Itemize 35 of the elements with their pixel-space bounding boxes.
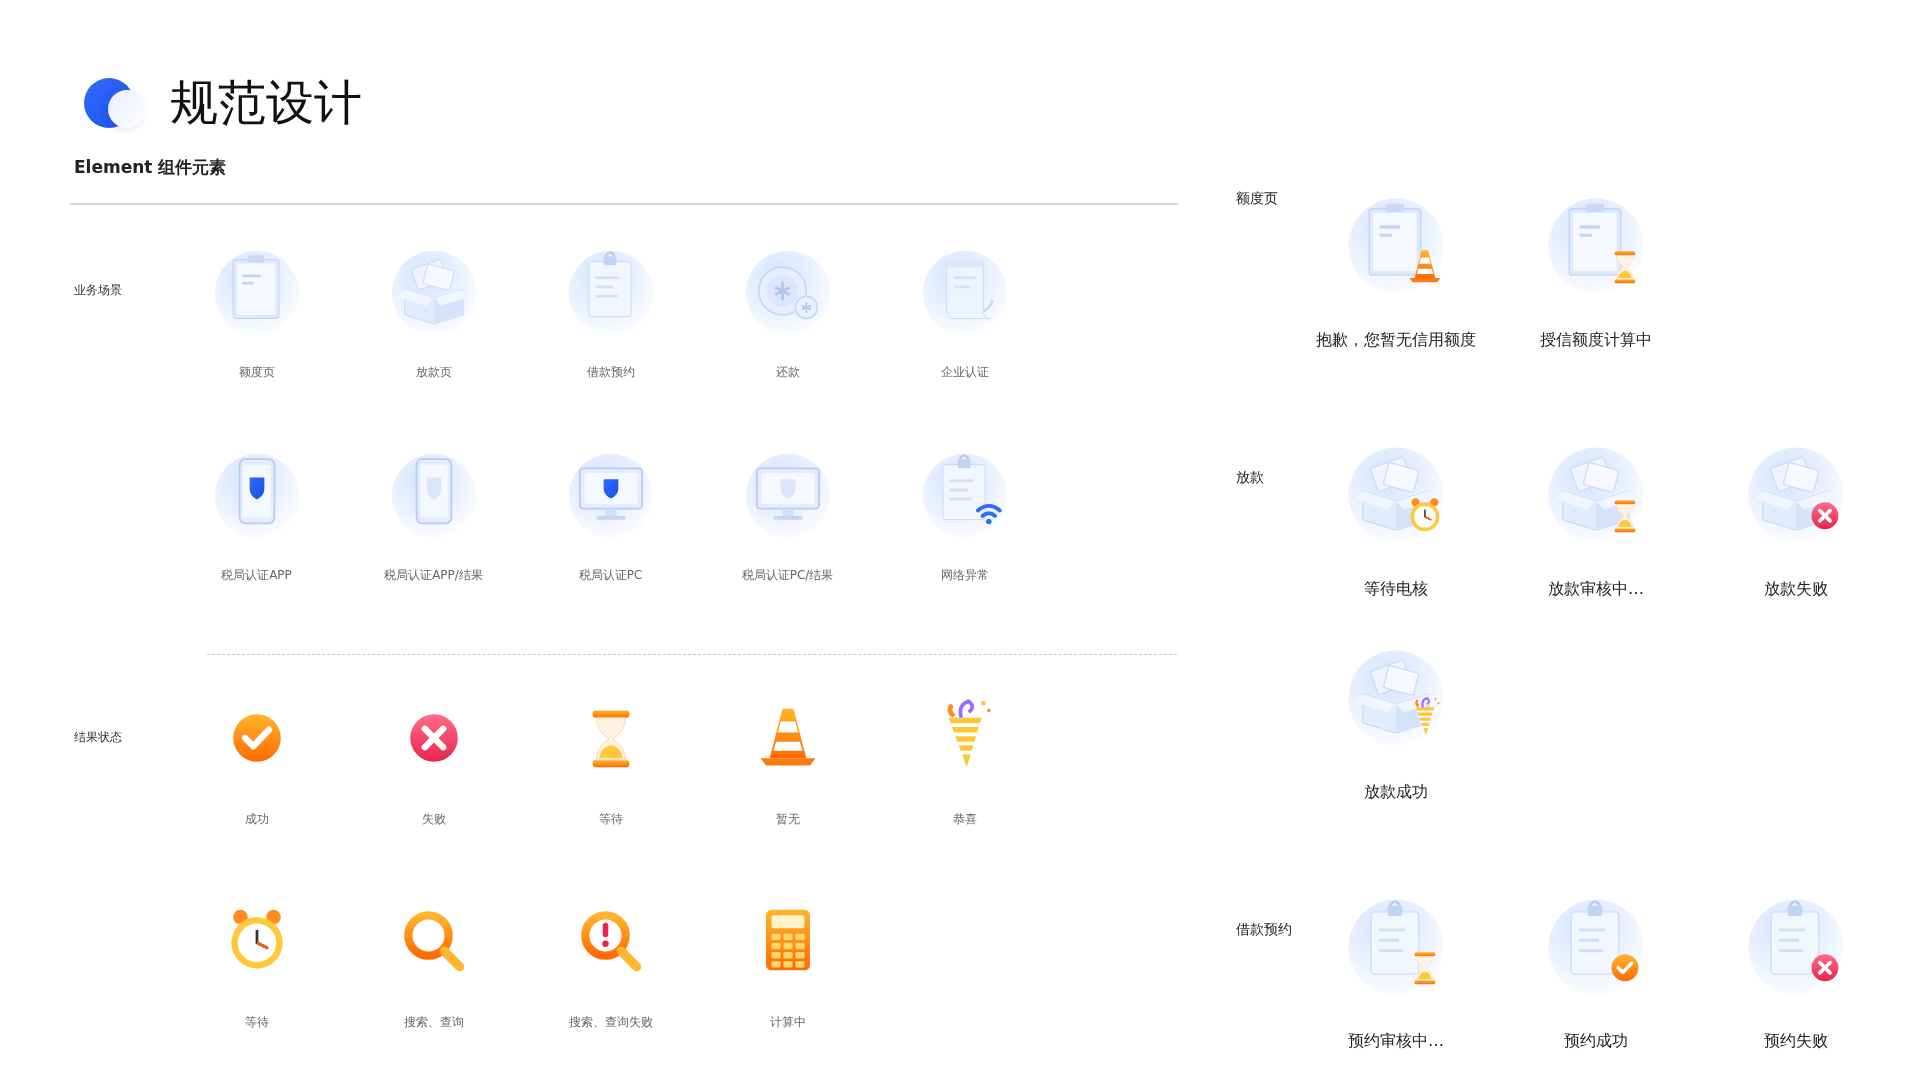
icon-caption: 恭喜 [952,811,977,828]
icon-caption: 等待 [244,1014,269,1031]
icon-caption: 预约成功 [1564,1031,1628,1052]
icon-caption: 放款失败 [1764,579,1828,600]
category-label: 放款 [1236,468,1265,487]
icon-caption: 额度页 [238,364,275,381]
icon-caption: 借款预约 [586,364,635,381]
icon-caption: 计算中 [769,1014,806,1031]
icon-caption: 还款 [775,364,800,381]
icon-caption: 暂无 [775,811,800,828]
icon-caption: 放款成功 [1364,782,1428,803]
icon-caption: 等待电核 [1364,579,1428,600]
icon-caption: 搜索、查询 [403,1014,464,1031]
category-label: 结果状态 [73,729,123,746]
section-heading: Element 组件元素 [74,156,228,179]
icon-caption: 税局认证PC/结果 [741,567,834,584]
icon-caption: 放款审核中… [1548,579,1644,600]
icon-caption: 授信额度计算中 [1540,330,1652,351]
category-label: 额度页 [1236,189,1279,208]
icon-caption: 等待 [598,811,623,828]
icon-caption: 税局认证APP [221,567,292,584]
icon-caption: 预约失败 [1764,1031,1828,1052]
icon-caption: 放款页 [415,364,452,381]
icon-caption: 抱歉，您暂无信用额度 [1316,330,1476,351]
icon-caption: 税局认证PC [578,567,643,584]
icon-caption: 预约审核中… [1348,1031,1444,1052]
category-label: 业务场景 [73,282,123,299]
page-title: 规范设计 [170,73,362,132]
icon-caption: 失败 [421,811,446,828]
icon-caption: 网络异常 [940,567,989,584]
icon-caption: 成功 [244,811,269,828]
icon-caption: 搜索、查询失败 [568,1014,653,1031]
icon-caption: 企业认证 [940,364,989,381]
category-label: 借款预约 [1236,920,1293,939]
icon-caption: 税局认证APP/结果 [384,567,483,584]
